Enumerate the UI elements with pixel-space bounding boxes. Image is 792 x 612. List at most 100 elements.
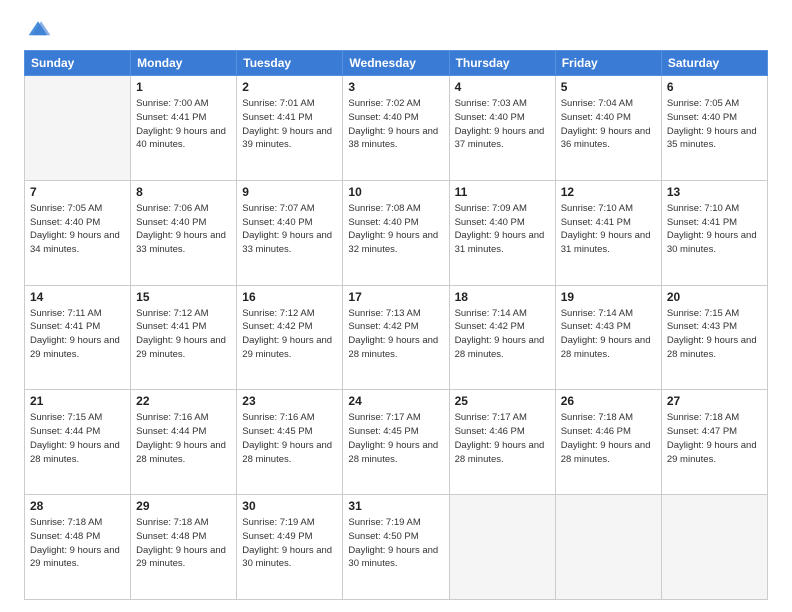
calendar-day-cell: 28Sunrise: 7:18 AMSunset: 4:48 PMDayligh… bbox=[25, 495, 131, 600]
day-number: 4 bbox=[455, 80, 550, 94]
calendar-day-cell: 8 Sunrise: 7:06 AMSunset: 4:40 PMDaylight… bbox=[131, 180, 237, 285]
day-number: 26 bbox=[561, 394, 656, 408]
day-info: Sunrise: 7:10 AMSunset: 4:41 PMDaylight:… bbox=[667, 202, 762, 257]
day-info: Sunrise: 7:04 AMSunset: 4:40 PMDaylight:… bbox=[561, 97, 656, 152]
day-info: Sunrise: 7:02 AMSunset: 4:40 PMDaylight:… bbox=[348, 97, 443, 152]
day-number: 2 bbox=[242, 80, 337, 94]
calendar-day-cell bbox=[449, 495, 555, 600]
day-info: Sunrise: 7:18 AMSunset: 4:48 PMDaylight:… bbox=[136, 516, 231, 571]
day-info: Sunrise: 7:18 AMSunset: 4:46 PMDaylight:… bbox=[561, 411, 656, 466]
calendar-day-cell: 22 Sunrise: 7:16 AMSunset: 4:44 PMDayligh… bbox=[131, 390, 237, 495]
calendar-week-row: 28Sunrise: 7:18 AMSunset: 4:48 PMDayligh… bbox=[25, 495, 768, 600]
calendar-week-row: 7Sunrise: 7:05 AMSunset: 4:40 PMDaylight… bbox=[25, 180, 768, 285]
day-number: 31 bbox=[348, 499, 443, 513]
calendar-day-cell: 26 Sunrise: 7:18 AMSunset: 4:46 PMDayligh… bbox=[555, 390, 661, 495]
day-number: 23 bbox=[242, 394, 337, 408]
calendar-day-cell: 16 Sunrise: 7:12 AMSunset: 4:42 PMDayligh… bbox=[237, 285, 343, 390]
calendar-day-cell: 6 Sunrise: 7:05 AMSunset: 4:40 PMDaylight… bbox=[661, 76, 767, 181]
day-number: 29 bbox=[136, 499, 231, 513]
calendar-day-cell: 21 Sunrise: 7:15 AMSunset: 4:44 PMDayligh… bbox=[25, 390, 131, 495]
calendar-day-cell: 1 Sunrise: 7:00 AMSunset: 4:41 PMDaylight… bbox=[131, 76, 237, 181]
calendar-day-cell: 10 Sunrise: 7:08 AMSunset: 4:40 PMDayligh… bbox=[343, 180, 449, 285]
day-number: 6 bbox=[667, 80, 762, 94]
calendar-day-header: Monday bbox=[131, 51, 237, 76]
day-info: Sunrise: 7:09 AMSunset: 4:40 PMDaylight:… bbox=[455, 202, 550, 257]
day-number: 21 bbox=[30, 394, 125, 408]
calendar-day-cell: 15Sunrise: 7:12 AMSunset: 4:41 PMDayligh… bbox=[131, 285, 237, 390]
day-info: Sunrise: 7:15 AMSunset: 4:43 PMDaylight:… bbox=[667, 307, 762, 362]
calendar-day-cell: 30Sunrise: 7:19 AMSunset: 4:49 PMDayligh… bbox=[237, 495, 343, 600]
calendar-day-cell: 29 Sunrise: 7:18 AMSunset: 4:48 PMDayligh… bbox=[131, 495, 237, 600]
day-number: 8 bbox=[136, 185, 231, 199]
day-info: Sunrise: 7:15 AMSunset: 4:44 PMDaylight:… bbox=[30, 411, 125, 466]
logo-icon bbox=[24, 18, 52, 40]
calendar-week-row: 14 Sunrise: 7:11 AMSunset: 4:41 PMDayligh… bbox=[25, 285, 768, 390]
day-number: 16 bbox=[242, 290, 337, 304]
calendar-day-cell: 7Sunrise: 7:05 AMSunset: 4:40 PMDaylight… bbox=[25, 180, 131, 285]
calendar-day-cell: 27Sunrise: 7:18 AMSunset: 4:47 PMDayligh… bbox=[661, 390, 767, 495]
day-number: 24 bbox=[348, 394, 443, 408]
day-number: 11 bbox=[455, 185, 550, 199]
calendar-day-cell: 19 Sunrise: 7:14 AMSunset: 4:43 PMDayligh… bbox=[555, 285, 661, 390]
calendar-day-header: Wednesday bbox=[343, 51, 449, 76]
day-info: Sunrise: 7:14 AMSunset: 4:42 PMDaylight:… bbox=[455, 307, 550, 362]
calendar-day-header: Thursday bbox=[449, 51, 555, 76]
day-info: Sunrise: 7:06 AMSunset: 4:40 PMDaylight:… bbox=[136, 202, 231, 257]
calendar-day-cell: 4 Sunrise: 7:03 AMSunset: 4:40 PMDaylight… bbox=[449, 76, 555, 181]
day-info: Sunrise: 7:05 AMSunset: 4:40 PMDaylight:… bbox=[30, 202, 125, 257]
day-info: Sunrise: 7:11 AMSunset: 4:41 PMDaylight:… bbox=[30, 307, 125, 362]
calendar-header-row: SundayMondayTuesdayWednesdayThursdayFrid… bbox=[25, 51, 768, 76]
calendar-table: SundayMondayTuesdayWednesdayThursdayFrid… bbox=[24, 50, 768, 600]
day-number: 22 bbox=[136, 394, 231, 408]
day-info: Sunrise: 7:10 AMSunset: 4:41 PMDaylight:… bbox=[561, 202, 656, 257]
day-info: Sunrise: 7:07 AMSunset: 4:40 PMDaylight:… bbox=[242, 202, 337, 257]
day-info: Sunrise: 7:19 AMSunset: 4:49 PMDaylight:… bbox=[242, 516, 337, 571]
day-info: Sunrise: 7:14 AMSunset: 4:43 PMDaylight:… bbox=[561, 307, 656, 362]
day-info: Sunrise: 7:17 AMSunset: 4:46 PMDaylight:… bbox=[455, 411, 550, 466]
day-info: Sunrise: 7:18 AMSunset: 4:48 PMDaylight:… bbox=[30, 516, 125, 571]
day-info: Sunrise: 7:12 AMSunset: 4:42 PMDaylight:… bbox=[242, 307, 337, 362]
day-number: 14 bbox=[30, 290, 125, 304]
logo bbox=[24, 18, 56, 40]
calendar-day-cell: 17 Sunrise: 7:13 AMSunset: 4:42 PMDayligh… bbox=[343, 285, 449, 390]
day-info: Sunrise: 7:00 AMSunset: 4:41 PMDaylight:… bbox=[136, 97, 231, 152]
day-number: 19 bbox=[561, 290, 656, 304]
calendar-day-cell bbox=[661, 495, 767, 600]
calendar-day-cell bbox=[25, 76, 131, 181]
day-number: 10 bbox=[348, 185, 443, 199]
day-number: 20 bbox=[667, 290, 762, 304]
page: SundayMondayTuesdayWednesdayThursdayFrid… bbox=[0, 0, 792, 612]
calendar-day-cell: 23 Sunrise: 7:16 AMSunset: 4:45 PMDayligh… bbox=[237, 390, 343, 495]
day-number: 9 bbox=[242, 185, 337, 199]
day-info: Sunrise: 7:16 AMSunset: 4:45 PMDaylight:… bbox=[242, 411, 337, 466]
day-number: 1 bbox=[136, 80, 231, 94]
calendar-week-row: 1 Sunrise: 7:00 AMSunset: 4:41 PMDaylight… bbox=[25, 76, 768, 181]
day-number: 25 bbox=[455, 394, 550, 408]
day-info: Sunrise: 7:05 AMSunset: 4:40 PMDaylight:… bbox=[667, 97, 762, 152]
calendar-day-cell: 12 Sunrise: 7:10 AMSunset: 4:41 PMDayligh… bbox=[555, 180, 661, 285]
day-info: Sunrise: 7:08 AMSunset: 4:40 PMDaylight:… bbox=[348, 202, 443, 257]
day-info: Sunrise: 7:19 AMSunset: 4:50 PMDaylight:… bbox=[348, 516, 443, 571]
calendar-day-header: Friday bbox=[555, 51, 661, 76]
calendar-day-cell: 9 Sunrise: 7:07 AMSunset: 4:40 PMDaylight… bbox=[237, 180, 343, 285]
day-number: 13 bbox=[667, 185, 762, 199]
day-number: 12 bbox=[561, 185, 656, 199]
calendar-day-cell: 31 Sunrise: 7:19 AMSunset: 4:50 PMDayligh… bbox=[343, 495, 449, 600]
calendar-day-cell bbox=[555, 495, 661, 600]
day-info: Sunrise: 7:13 AMSunset: 4:42 PMDaylight:… bbox=[348, 307, 443, 362]
day-info: Sunrise: 7:01 AMSunset: 4:41 PMDaylight:… bbox=[242, 97, 337, 152]
day-info: Sunrise: 7:17 AMSunset: 4:45 PMDaylight:… bbox=[348, 411, 443, 466]
day-info: Sunrise: 7:16 AMSunset: 4:44 PMDaylight:… bbox=[136, 411, 231, 466]
day-number: 18 bbox=[455, 290, 550, 304]
day-info: Sunrise: 7:03 AMSunset: 4:40 PMDaylight:… bbox=[455, 97, 550, 152]
calendar-day-cell: 2 Sunrise: 7:01 AMSunset: 4:41 PMDaylight… bbox=[237, 76, 343, 181]
day-number: 17 bbox=[348, 290, 443, 304]
calendar-day-header: Tuesday bbox=[237, 51, 343, 76]
calendar-day-cell: 11 Sunrise: 7:09 AMSunset: 4:40 PMDayligh… bbox=[449, 180, 555, 285]
calendar-day-cell: 25 Sunrise: 7:17 AMSunset: 4:46 PMDayligh… bbox=[449, 390, 555, 495]
calendar-day-cell: 5 Sunrise: 7:04 AMSunset: 4:40 PMDaylight… bbox=[555, 76, 661, 181]
header bbox=[24, 18, 768, 40]
calendar-day-header: Sunday bbox=[25, 51, 131, 76]
calendar-day-cell: 14 Sunrise: 7:11 AMSunset: 4:41 PMDayligh… bbox=[25, 285, 131, 390]
day-number: 5 bbox=[561, 80, 656, 94]
